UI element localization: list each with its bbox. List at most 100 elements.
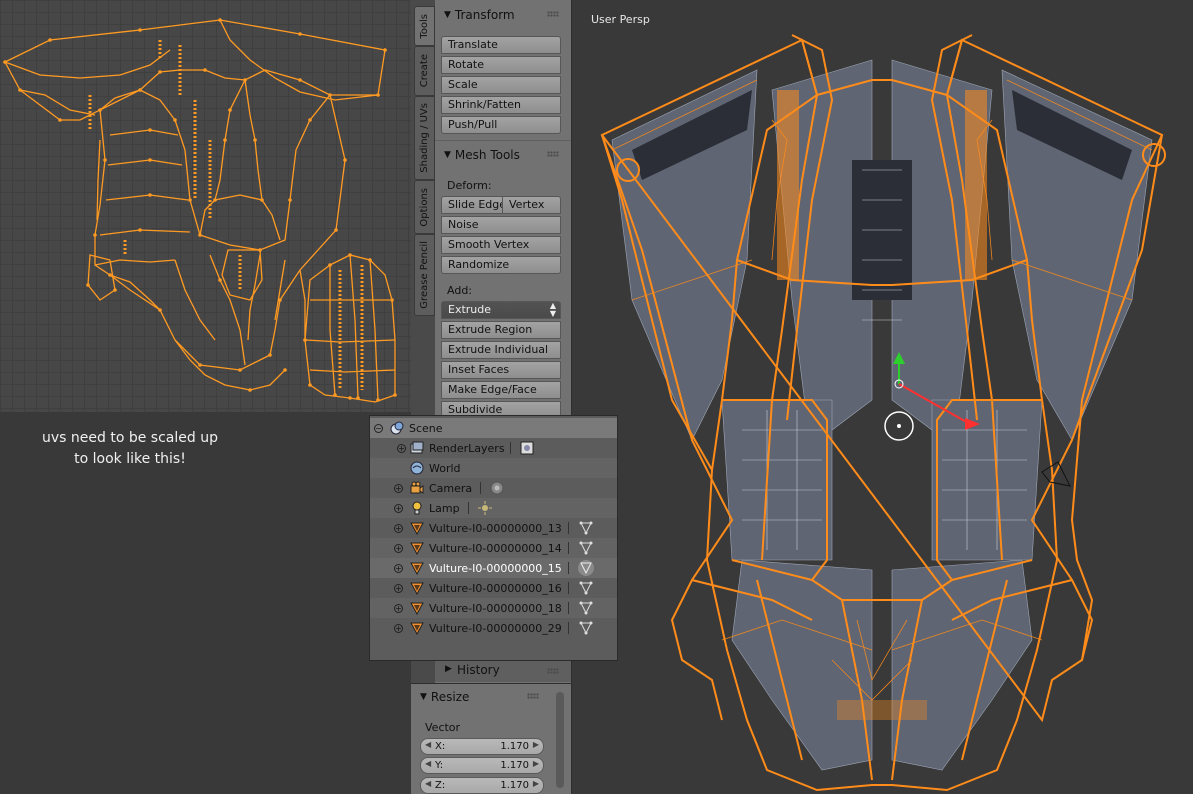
increment-arrow-icon[interactable]: ▶	[533, 759, 539, 768]
render-icon[interactable]	[520, 441, 534, 455]
noise-button[interactable]: Noise	[441, 216, 561, 234]
lamp-data-icon[interactable]	[478, 501, 492, 515]
mesh-tools-panel-title: Mesh Tools	[454, 148, 520, 162]
translate-button[interactable]: Translate	[441, 36, 561, 54]
outliner-row-world[interactable]: World	[370, 458, 617, 478]
scene-icon	[390, 421, 404, 435]
mesh-tools-panel-header[interactable]: ▼ Mesh Tools	[435, 143, 571, 167]
column-separator	[468, 502, 469, 514]
push-pull-button[interactable]: Push/Pull	[441, 116, 561, 134]
add-label: Add:	[447, 284, 473, 297]
mesh-icon	[410, 622, 424, 635]
resize-z-field[interactable]: ◀ Z: 1.170 ▶	[420, 777, 544, 794]
expand-icon[interactable]: +	[394, 544, 403, 553]
make-edge-face-button[interactable]: Make Edge/Face	[441, 381, 561, 399]
transform-panel-header[interactable]: ▼ Transform	[435, 3, 571, 27]
column-separator	[568, 562, 569, 574]
annotation-note: uvs need to be scaled up to look like th…	[20, 428, 240, 470]
extrude-select[interactable]: Extrude ▲ ▼	[441, 301, 561, 319]
column-separator	[568, 602, 569, 614]
extrude-region-button[interactable]: Extrude Region	[441, 321, 561, 339]
outliner-row-mesh[interactable]: + Vulture-I0-00000000_29	[370, 618, 617, 638]
drag-grip-icon[interactable]	[547, 11, 559, 17]
slide-edge-button[interactable]: Slide Edge	[441, 196, 503, 214]
slide-vertex-button[interactable]: Vertex	[502, 196, 561, 214]
column-separator	[568, 582, 569, 594]
expand-icon[interactable]: +	[394, 564, 403, 573]
inset-faces-button[interactable]: Inset Faces	[441, 361, 561, 379]
3d-cursor-icon	[884, 411, 914, 441]
outliner-row-scene[interactable]: − Scene	[370, 418, 617, 438]
tab-create[interactable]: Create	[414, 46, 435, 96]
drag-grip-icon[interactable]	[527, 693, 539, 699]
mesh-data-icon[interactable]	[579, 541, 593, 555]
expand-icon[interactable]: +	[394, 624, 403, 633]
outliner-row-mesh[interactable]: + Vulture-I0-00000000_16	[370, 578, 617, 598]
rotate-button[interactable]: Rotate	[441, 56, 561, 74]
mesh-data-icon[interactable]	[579, 601, 593, 615]
tab-tools[interactable]: Tools	[414, 6, 435, 46]
uv-editor[interactable]	[0, 0, 411, 412]
ship-model-wireframe	[600, 34, 1166, 792]
resize-y-field[interactable]: ◀ Y: 1.170 ▶	[420, 757, 544, 774]
collapse-icon[interactable]: −	[374, 424, 383, 433]
mesh-data-icon[interactable]	[579, 581, 593, 595]
resize-panel-header[interactable]: ▼ Resize	[411, 685, 551, 709]
deform-label: Deform:	[447, 179, 492, 192]
outliner-row-mesh[interactable]: + Vulture-I0-00000000_18	[370, 598, 617, 618]
expand-icon[interactable]: +	[394, 604, 403, 613]
column-separator	[568, 622, 569, 634]
expand-icon[interactable]: +	[394, 584, 403, 593]
select-arrows-icon: ▲ ▼	[549, 301, 556, 318]
tab-options[interactable]: Options	[414, 180, 435, 234]
outliner-row-mesh[interactable]: + Vulture-I0-00000000_14	[370, 538, 617, 558]
outliner-panel: − Scene + RenderLayers World + Camera + …	[369, 415, 618, 661]
note-line-1: uvs need to be scaled up	[42, 430, 218, 446]
column-separator	[568, 542, 569, 554]
outliner-row-camera[interactable]: + Camera	[370, 478, 617, 498]
history-panel-header[interactable]: ▶ History	[435, 660, 571, 682]
resize-x-field[interactable]: ◀ X: 1.170 ▶	[420, 738, 544, 755]
shrink-fatten-button[interactable]: Shrink/Fatten	[441, 96, 561, 114]
expand-icon[interactable]: +	[394, 524, 403, 533]
world-icon	[410, 461, 424, 475]
panel-divider	[435, 140, 571, 141]
scale-button[interactable]: Scale	[441, 76, 561, 94]
extrude-individual-button[interactable]: Extrude Individual	[441, 341, 561, 359]
increment-arrow-icon[interactable]: ▶	[533, 779, 539, 788]
collapse-triangle-icon: ▼	[444, 150, 451, 160]
outliner-row-lamp[interactable]: + Lamp	[370, 498, 617, 518]
vector-label: Vector	[425, 721, 461, 734]
drag-grip-icon[interactable]	[547, 151, 559, 157]
column-separator	[480, 482, 481, 494]
panel-scrollbar[interactable]	[556, 692, 564, 788]
decrement-arrow-icon[interactable]: ◀	[425, 779, 431, 788]
camera-data-icon[interactable]	[490, 481, 504, 495]
transform-panel-title: Transform	[454, 8, 515, 22]
mesh-data-icon[interactable]	[579, 521, 593, 535]
tool-shelf-tabs: Tools Create Shading / UVs Options Greas…	[411, 0, 436, 793]
mesh-data-icon[interactable]	[579, 621, 593, 635]
expand-icon[interactable]: +	[394, 484, 403, 493]
expand-icon[interactable]: +	[394, 504, 403, 513]
mesh-icon	[410, 562, 424, 575]
viewport-view-label: User Persp	[591, 13, 650, 26]
3d-viewport[interactable]: User Persp	[572, 0, 1193, 793]
extrude-select-value: Extrude	[448, 303, 492, 316]
outliner-row-mesh[interactable]: + Vulture-I0-00000000_13	[370, 518, 617, 538]
resize-operator-panel: ▼ Resize Vector ◀ X: 1.170 ▶ ◀ Y: 1.170 …	[411, 683, 571, 794]
drag-grip-icon[interactable]	[547, 668, 559, 674]
mesh-data-icon[interactable]	[577, 559, 595, 577]
decrement-arrow-icon[interactable]: ◀	[425, 759, 431, 768]
tab-shading-uvs[interactable]: Shading / UVs	[414, 96, 435, 180]
collapse-triangle-icon: ▼	[444, 10, 451, 20]
decrement-arrow-icon[interactable]: ◀	[425, 740, 431, 749]
smooth-vertex-button[interactable]: Smooth Vertex	[441, 236, 561, 254]
expand-icon[interactable]: +	[397, 444, 406, 453]
outliner-row-mesh-selected[interactable]: + Vulture-I0-00000000_15	[370, 558, 617, 578]
column-separator	[568, 522, 569, 534]
outliner-row-renderlayers[interactable]: + RenderLayers	[370, 438, 617, 458]
tab-grease-pencil[interactable]: Grease Pencil	[414, 234, 435, 316]
randomize-button[interactable]: Randomize	[441, 256, 561, 274]
increment-arrow-icon[interactable]: ▶	[533, 740, 539, 749]
